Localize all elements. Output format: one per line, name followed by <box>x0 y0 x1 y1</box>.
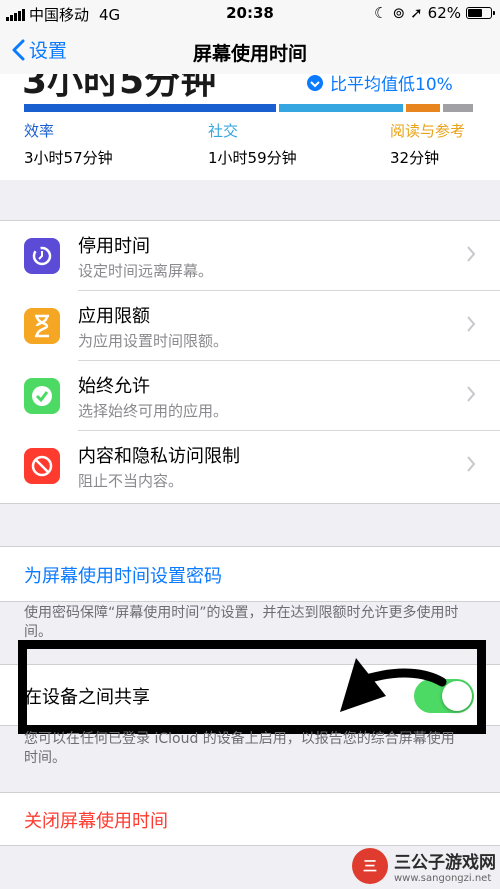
battery-icon <box>466 7 495 19</box>
comparison-text: 比平均值低10% <box>330 75 453 95</box>
row-subtitle: 为应用设置时间限额。 <box>78 332 229 350</box>
rotation-lock-icon: ⊚ <box>392 4 406 22</box>
category-label: 效率 <box>24 122 55 140</box>
status-bar: 中国移动 4G 20:38 ☾ ⊚ ➚ 62% <box>0 0 500 28</box>
category-reading: 阅读与参考 32分钟 <box>390 120 465 168</box>
status-right: ☾ ⊚ ➚ 62% <box>374 4 495 22</box>
watermark-name: 三公子游戏网 <box>394 853 496 873</box>
share-across-devices-row: 在设备之间共享 <box>0 664 500 726</box>
turn-off-screen-time-button[interactable]: 关闭屏幕使用时间 <box>24 807 168 833</box>
watermark-logo-icon: 三 <box>352 848 388 884</box>
passcode-section: 为屏幕使用时间设置密码 <box>0 546 500 602</box>
watermark-text: 三公子游戏网 www.sangongzi.net <box>394 848 496 884</box>
turn-off-section: 关闭屏幕使用时间 <box>0 792 500 846</box>
category-label: 阅读与参考 <box>390 122 466 140</box>
total-usage-time: 3小时5分钟 <box>22 74 217 102</box>
watermark: 三 三公子游戏网 www.sangongzi.net <box>352 848 496 884</box>
comparison-label: 比平均值低10% <box>306 74 453 95</box>
screen-time-settings-list: 停用时间 设定时间远离屏幕。 应用限额 为应用设置时间限额。 始终允许 选择始终… <box>0 220 500 504</box>
category-productivity: 效率 3小时57分钟 <box>24 120 113 168</box>
share-label: 在设备之间共享 <box>24 687 150 708</box>
usage-bar <box>24 104 476 112</box>
row-title: 内容和隐私访问限制 <box>78 446 240 467</box>
row-subtitle: 设定时间远离屏幕。 <box>78 262 214 280</box>
share-footnote: 您可以在任何已登录 iCloud 的设备上启用，以报告您的综合屏幕使用时间。 <box>24 731 455 766</box>
set-passcode-button[interactable]: 为屏幕使用时间设置密码 <box>24 562 222 588</box>
page-title: 屏幕使用时间 <box>192 43 307 65</box>
chevron-right-icon <box>467 456 476 472</box>
always-allowed-row[interactable]: 始终允许 选择始终可用的应用。 <box>0 361 500 431</box>
row-title: 应用限额 <box>78 306 150 327</box>
watermark-url: www.sangongzi.net <box>394 873 492 884</box>
row-subtitle: 阻止不当内容。 <box>78 472 184 490</box>
chevron-right-icon <box>467 316 476 332</box>
downtime-row[interactable]: 停用时间 设定时间远离屏幕。 <box>0 221 500 291</box>
usage-bar-reading <box>406 104 440 112</box>
toggle-knob <box>442 681 472 711</box>
checkmark-badge-icon <box>24 378 60 414</box>
row-subtitle: 选择始终可用的应用。 <box>78 402 229 420</box>
battery-percent: 62% <box>427 4 461 22</box>
navigation-bar: 设置 屏幕使用时间 <box>0 28 500 75</box>
chevron-right-icon <box>467 386 476 402</box>
location-icon: ➚ <box>410 4 423 22</box>
passcode-footnote: 使用密码保障“屏幕使用时间”的设置，并在达到限额时允许更多使用时间。 <box>24 605 459 640</box>
app-limits-row[interactable]: 应用限额 为应用设置时间限额。 <box>0 291 500 361</box>
moon-icon: ☾ <box>374 4 388 22</box>
row-title: 停用时间 <box>78 236 150 257</box>
usage-bar-other <box>443 104 473 112</box>
content-privacy-row[interactable]: 内容和隐私访问限制 阻止不当内容。 <box>0 431 500 501</box>
usage-summary[interactable]: 3小时5分钟 比平均值低10% 效率 3小时57分钟 社交 1小时59分钟 阅读… <box>0 74 500 180</box>
category-value: 1小时59分钟 <box>208 149 297 167</box>
category-label: 社交 <box>208 122 239 140</box>
usage-bar-productivity <box>24 104 276 112</box>
category-social: 社交 1小时59分钟 <box>208 120 297 168</box>
row-title: 始终允许 <box>78 376 150 397</box>
share-toggle[interactable] <box>414 679 474 713</box>
category-value: 3小时57分钟 <box>24 149 113 167</box>
downtime-icon <box>24 238 60 274</box>
chevron-right-icon <box>467 246 476 262</box>
category-value: 32分钟 <box>390 149 440 167</box>
hourglass-icon <box>24 308 60 344</box>
down-arrow-circle-icon <box>307 74 323 91</box>
no-entry-icon <box>24 448 60 484</box>
usage-bar-social <box>279 104 403 112</box>
